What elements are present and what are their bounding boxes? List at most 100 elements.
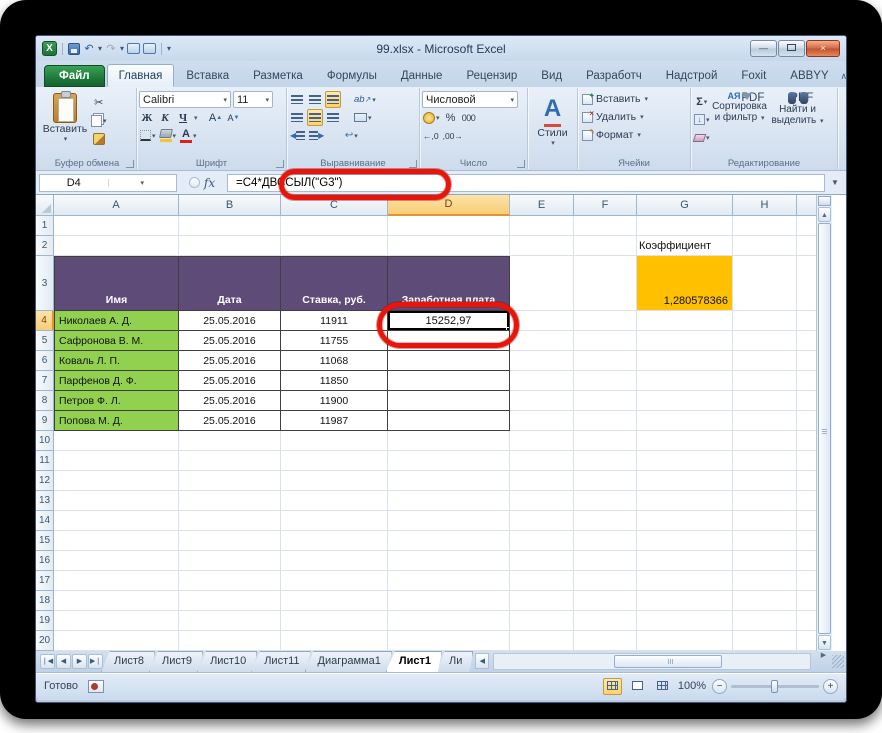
undo-icon[interactable]: ↶	[83, 42, 95, 56]
redo-icon[interactable]: ↷	[105, 42, 117, 56]
align-right-button[interactable]	[325, 109, 341, 126]
cell-I6[interactable]	[797, 351, 818, 371]
sheet-tab-Лист9[interactable]: Лист9	[149, 651, 203, 672]
sheet-tab-Ли[interactable]: Ли	[436, 651, 473, 672]
format-cells-button[interactable]: Формат▾	[582, 126, 688, 144]
cell-C1[interactable]	[281, 216, 388, 236]
cell-A16[interactable]	[54, 551, 179, 571]
cell-F20[interactable]	[574, 631, 637, 651]
cell-I12[interactable]	[797, 471, 818, 491]
wrap-text-button[interactable]: ↩▾	[343, 127, 359, 144]
cell-E4[interactable]	[510, 311, 574, 331]
format-painter-button[interactable]	[90, 130, 108, 147]
cell-A3[interactable]: Имя	[54, 256, 179, 311]
cell-F11[interactable]	[574, 451, 637, 471]
comma-style-button[interactable]: 000	[461, 109, 477, 126]
cell-C11[interactable]	[281, 451, 388, 471]
cell-G8[interactable]	[637, 391, 733, 411]
row-header-16[interactable]: 16	[36, 551, 54, 571]
cell-F15[interactable]	[574, 531, 637, 551]
cell-H2[interactable]	[733, 236, 797, 256]
cell-G14[interactable]	[637, 511, 733, 531]
cell-B9[interactable]: 25.05.2016	[179, 411, 281, 431]
cell-F3[interactable]	[574, 256, 637, 311]
cell-G4[interactable]	[637, 311, 733, 331]
cell-D14[interactable]	[388, 511, 510, 531]
page-layout-view-button[interactable]	[628, 678, 647, 695]
cell-E6[interactable]	[510, 351, 574, 371]
row-header-1[interactable]: 1	[36, 216, 54, 236]
tab-scroll-left-icon[interactable]: ◀	[475, 653, 489, 669]
tab-Разработч[interactable]: Разработч	[574, 64, 654, 87]
number-format-combo[interactable]: Числовой▾	[422, 91, 518, 108]
cell-D13[interactable]	[388, 491, 510, 511]
column-header-B[interactable]: B	[179, 195, 281, 216]
cell-D12[interactable]	[388, 471, 510, 491]
row-header-18[interactable]: 18	[36, 591, 54, 611]
cut-button[interactable]: ✂	[90, 94, 108, 111]
scroll-right-icon[interactable]: ▶	[817, 651, 830, 672]
cell-G9[interactable]	[637, 411, 733, 431]
zoom-in-icon[interactable]: +	[823, 679, 838, 694]
cell-B10[interactable]	[179, 431, 281, 451]
scroll-down-icon[interactable]: ▼	[818, 635, 831, 650]
macro-record-icon[interactable]	[88, 680, 104, 693]
cell-B15[interactable]	[179, 531, 281, 551]
cell-I2[interactable]	[797, 236, 818, 256]
cell-D11[interactable]	[388, 451, 510, 471]
zoom-thumb[interactable]	[771, 680, 778, 693]
font-family-combo[interactable]: Calibri▾	[139, 91, 231, 108]
cell-G17[interactable]	[637, 571, 733, 591]
cell-E12[interactable]	[510, 471, 574, 491]
cell-F9[interactable]	[574, 411, 637, 431]
cell-A8[interactable]: Петров Ф. Л.	[54, 391, 179, 411]
cell-G2[interactable]: Коэффициент	[637, 236, 733, 256]
column-header-H[interactable]: H	[733, 195, 797, 216]
page-break-view-button[interactable]	[653, 678, 672, 695]
column-header-A[interactable]: A	[54, 195, 179, 216]
cell-B3[interactable]: Дата	[179, 256, 281, 311]
cell-G11[interactable]	[637, 451, 733, 471]
cell-E13[interactable]	[510, 491, 574, 511]
cell-B11[interactable]	[179, 451, 281, 471]
cell-C13[interactable]	[281, 491, 388, 511]
cell-E5[interactable]	[510, 331, 574, 351]
expand-formula-bar-icon[interactable]: ▼	[827, 174, 843, 192]
cell-E2[interactable]	[510, 236, 574, 256]
cell-F12[interactable]	[574, 471, 637, 491]
delete-cells-button[interactable]: Удалить▾	[582, 108, 688, 126]
row-header-4[interactable]: 4	[36, 311, 54, 331]
cell-G19[interactable]	[637, 611, 733, 631]
cell-I8[interactable]	[797, 391, 818, 411]
cell-C12[interactable]	[281, 471, 388, 491]
cell-H11[interactable]	[733, 451, 797, 471]
cell-C2[interactable]	[281, 236, 388, 256]
minimize-button[interactable]: —	[750, 40, 777, 57]
cell-H16[interactable]	[733, 551, 797, 571]
cell-B16[interactable]	[179, 551, 281, 571]
tab-Вид[interactable]: Вид	[529, 64, 574, 87]
cell-B6[interactable]: 25.05.2016	[179, 351, 281, 371]
cell-D15[interactable]	[388, 531, 510, 551]
underline-dropdown-icon[interactable]: ▾	[194, 114, 198, 122]
cell-E9[interactable]	[510, 411, 574, 431]
find-select-button[interactable]: Найти и выделить ▾	[769, 90, 827, 156]
cell-A18[interactable]	[54, 591, 179, 611]
customize-qat-icon[interactable]: ▾	[167, 44, 171, 53]
cell-A11[interactable]	[54, 451, 179, 471]
row-header-7[interactable]: 7	[36, 371, 54, 391]
row-header-12[interactable]: 12	[36, 471, 54, 491]
cell-C15[interactable]	[281, 531, 388, 551]
sheet-tab-Лист8[interactable]: Лист8	[101, 651, 155, 672]
cell-I4[interactable]	[797, 311, 818, 331]
row-header-13[interactable]: 13	[36, 491, 54, 511]
scroll-up-icon[interactable]: ▲	[818, 207, 831, 222]
horizontal-scroll-thumb[interactable]	[614, 655, 721, 668]
cell-H4[interactable]	[733, 311, 797, 331]
cell-H5[interactable]	[733, 331, 797, 351]
cell-G12[interactable]	[637, 471, 733, 491]
normal-view-button[interactable]	[603, 678, 622, 695]
save-icon[interactable]	[68, 43, 80, 55]
cell-C3[interactable]: Ставка, руб.	[281, 256, 388, 311]
resize-grip[interactable]	[832, 655, 844, 668]
